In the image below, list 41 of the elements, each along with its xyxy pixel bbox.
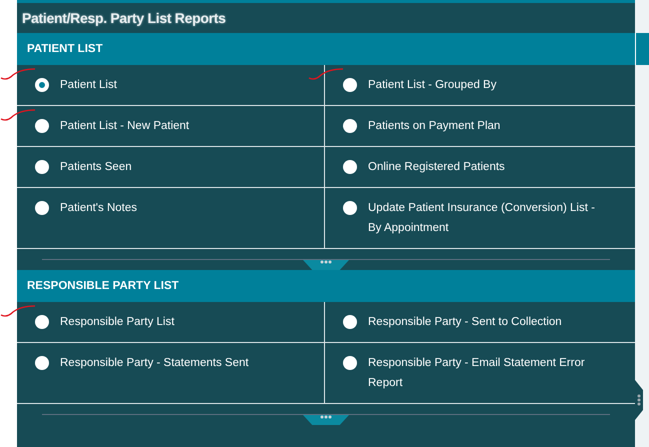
report-option[interactable]: Patients on Payment Plan [325, 106, 635, 147]
option-label: Update Patient Insurance (Conversion) List - By Appointment [368, 201, 596, 236]
report-option[interactable]: Patient List [17, 65, 325, 106]
section-heading: PATIENT LIST [17, 33, 635, 65]
option-label: Responsible Party - Sent to Collection [368, 315, 562, 330]
drag-handle-icon [637, 394, 641, 406]
radio-button[interactable] [35, 315, 49, 329]
dots-icon [320, 415, 332, 419]
dots-icon [320, 260, 332, 264]
report-option[interactable]: Patients Seen [17, 147, 325, 188]
option-label: Responsible Party - Statements Sent [60, 356, 249, 371]
option-label: Responsible Party - Email Statement Error Report [368, 356, 586, 391]
option-label: Patient List - Grouped By [368, 78, 496, 93]
side-panel-header [635, 33, 649, 65]
report-option[interactable]: Patient List - New Patient [17, 106, 325, 147]
radio-button[interactable] [343, 356, 357, 370]
option-label: Patients Seen [60, 160, 132, 175]
radio-button[interactable] [343, 160, 357, 174]
radio-button[interactable] [343, 78, 357, 92]
radio-button[interactable] [343, 119, 357, 133]
radio-button[interactable] [343, 201, 357, 215]
option-label: Patients on Payment Plan [368, 119, 500, 134]
option-label: Online Registered Patients [368, 160, 505, 175]
option-label: Patient List [60, 78, 117, 93]
report-option[interactable]: Responsible Party - Statements Sent [17, 343, 325, 404]
report-option[interactable]: Patient List - Grouped By [325, 65, 635, 106]
radio-button[interactable] [35, 201, 49, 215]
report-option[interactable]: Patient's Notes [17, 188, 325, 249]
report-option[interactable]: Online Registered Patients [325, 147, 635, 188]
report-option[interactable]: Responsible Party List [17, 302, 325, 343]
report-option[interactable]: Responsible Party - Sent to Collection [325, 302, 635, 343]
panel-title: Patient/Resp. Party List Reports [21, 9, 227, 28]
radio-button[interactable] [35, 119, 49, 133]
radio-button[interactable] [35, 78, 49, 92]
option-label: Responsible Party List [60, 315, 174, 330]
radio-button[interactable] [35, 160, 49, 174]
option-label: Patient's Notes [60, 201, 137, 216]
radio-button[interactable] [35, 356, 49, 370]
section-heading: RESPONSIBLE PARTY LIST [17, 270, 635, 302]
radio-button[interactable] [343, 315, 357, 329]
option-label: Patient List - New Patient [60, 119, 190, 134]
